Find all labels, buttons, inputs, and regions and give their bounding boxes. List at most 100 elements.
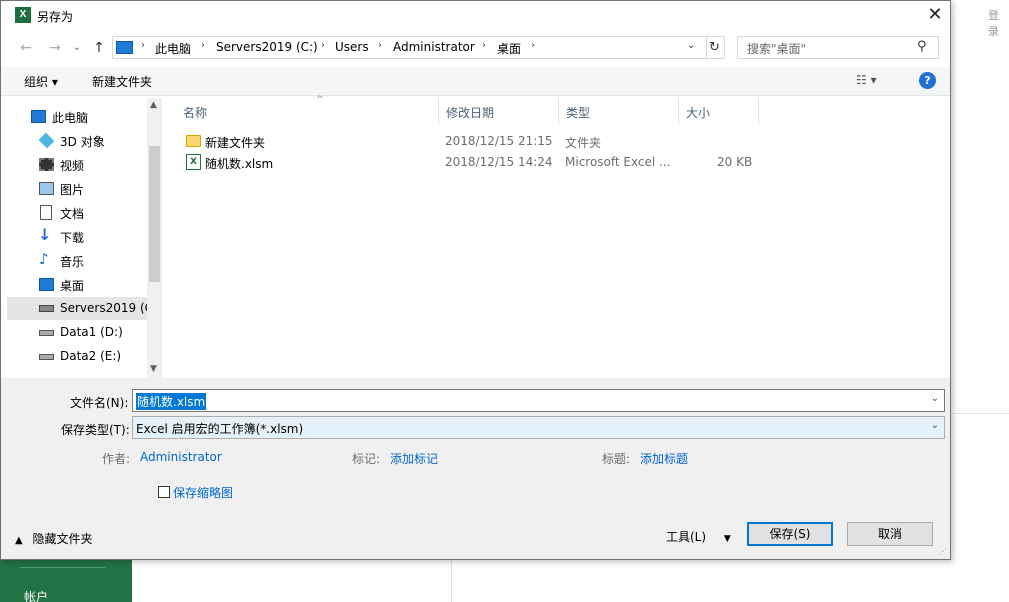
- chevron-right-icon[interactable]: ›: [378, 40, 382, 51]
- chevron-down-icon[interactable]: ⌄: [931, 420, 939, 431]
- dropdown-arrow-icon: ▼: [723, 534, 731, 544]
- excel-app-icon: X: [15, 7, 31, 23]
- column-header-date[interactable]: 修改日期: [439, 98, 559, 124]
- view-options-icon[interactable]: ☷ ▾: [856, 73, 877, 87]
- sidebar-item-label: 下载: [60, 231, 85, 245]
- address-bar[interactable]: › 此电脑 › Servers2019 (C:) › Users › Admin…: [112, 36, 707, 59]
- background-divider: [451, 560, 452, 602]
- chevron-down-icon[interactable]: ⌄: [931, 393, 939, 404]
- refresh-button[interactable]: ↻: [705, 36, 725, 59]
- sidebar-item-this-pc[interactable]: 此电脑: [7, 105, 147, 128]
- breadcrumb-administrator[interactable]: Administrator: [393, 40, 475, 54]
- sidebar-item-label: Data1 (D:): [60, 325, 123, 339]
- sidebar-item-d-drive[interactable]: Data1 (D:): [7, 321, 147, 344]
- file-type: 文件夹: [565, 136, 602, 150]
- chevron-right-icon[interactable]: ›: [201, 40, 205, 51]
- sidebar-item-label: Data2 (E:): [60, 349, 122, 363]
- filetype-select[interactable]: Excel 启用宏的工作簿(*.xlsm) ⌄: [132, 416, 945, 439]
- sidebar-item-videos[interactable]: 视频: [7, 153, 147, 176]
- navigation-pane: 此电脑 3D 对象 视频 图片 文档 ↓ 下载 ♪ 音乐 桌面 Servers2…: [7, 98, 162, 378]
- chevron-right-icon[interactable]: ›: [321, 40, 325, 51]
- column-header-name[interactable]: 名称 ^: [176, 95, 439, 124]
- save-thumbnail-label[interactable]: 保存缩略图: [173, 484, 233, 501]
- command-bar: 组织 ▾ 新建文件夹 ☷ ▾ ?: [1, 67, 950, 96]
- chevron-down-icon[interactable]: ⌄: [687, 40, 695, 51]
- sidebar-item-documents[interactable]: 文档: [7, 201, 147, 224]
- computer-icon: [116, 41, 133, 54]
- save-thumbnail-checkbox[interactable]: [158, 486, 170, 498]
- scroll-down-icon[interactable]: ▼: [150, 364, 157, 374]
- documents-icon: [40, 205, 52, 220]
- file-list: 名称 ^ 修改日期 类型 大小 新建文件夹 2018/12/15 21:15 文…: [163, 95, 950, 378]
- sidebar-item-desktop[interactable]: 桌面: [7, 273, 147, 296]
- sidebar-item-e-drive[interactable]: Data2 (E:): [7, 345, 147, 368]
- organize-menu[interactable]: 组织 ▾: [24, 73, 58, 90]
- login-link[interactable]: 登录: [988, 7, 1009, 39]
- cancel-button[interactable]: 取消: [847, 522, 933, 546]
- chevron-up-icon: ▲: [15, 535, 23, 546]
- chevron-right-icon[interactable]: ›: [482, 40, 486, 51]
- file-row[interactable]: 新建文件夹 2018/12/15 21:15 文件夹: [163, 131, 950, 152]
- breadcrumb-desktop[interactable]: 桌面: [497, 40, 521, 57]
- tools-label: 工具(L): [666, 530, 707, 544]
- chevron-right-icon[interactable]: ›: [141, 40, 145, 51]
- dialog-title: 另存为: [37, 10, 74, 24]
- hide-folders-label: 隐藏文件夹: [32, 532, 93, 546]
- save-as-dialog: X 另存为 ✕ ← → ⌄ ↑ › 此电脑 › Servers2019 (C:)…: [0, 0, 951, 560]
- background-divider: [952, 413, 1009, 414]
- sidebar-item-label: 视频: [60, 159, 85, 173]
- column-header-type[interactable]: 类型: [559, 98, 679, 124]
- forward-button[interactable]: →: [45, 39, 65, 57]
- drive-icon: [39, 305, 54, 312]
- navigation-scrollbar[interactable]: ▲ ▼: [147, 98, 162, 378]
- breadcrumb-this-pc[interactable]: 此电脑: [155, 40, 191, 57]
- sidebar-item-music[interactable]: ♪ 音乐: [7, 249, 147, 272]
- breadcrumb-c-drive[interactable]: Servers2019 (C:): [216, 40, 318, 54]
- breadcrumb-users[interactable]: Users: [335, 40, 369, 54]
- title-value[interactable]: 添加标题: [640, 450, 688, 467]
- up-button[interactable]: ↑: [89, 39, 109, 57]
- new-folder-button[interactable]: 新建文件夹: [92, 73, 152, 90]
- hide-folders-toggle[interactable]: ▲ 隐藏文件夹: [15, 530, 93, 547]
- sidebar-item-3d-objects[interactable]: 3D 对象: [7, 129, 147, 152]
- resize-grip-icon[interactable]: ⋰: [939, 547, 947, 556]
- save-button[interactable]: 保存(S): [747, 522, 833, 546]
- author-value[interactable]: Administrator: [140, 450, 222, 464]
- file-date: 2018/12/15 21:15: [445, 134, 553, 148]
- pictures-icon: [39, 182, 54, 195]
- music-icon: ♪: [39, 250, 49, 268]
- file-type: Microsoft Excel ...: [565, 155, 671, 169]
- recent-locations-chevron-icon[interactable]: ⌄: [67, 39, 87, 57]
- file-name: 随机数.xlsm: [205, 157, 274, 171]
- file-row[interactable]: X 随机数.xlsm 2018/12/15 14:24 Microsoft Ex…: [163, 152, 950, 173]
- search-icon[interactable]: ⚲: [917, 39, 927, 54]
- sidebar-item-c-drive[interactable]: Servers2019 (C: [7, 297, 153, 320]
- close-button[interactable]: ✕: [921, 3, 949, 27]
- filename-input[interactable]: 随机数.xlsm ⌄: [132, 389, 945, 412]
- account-link[interactable]: 帐户: [24, 588, 48, 602]
- tools-menu[interactable]: 工具(L) ▼: [666, 528, 731, 545]
- search-input[interactable]: 搜索"桌面" ⚲: [737, 36, 939, 59]
- excel-file-icon: X: [186, 154, 201, 170]
- chevron-right-icon[interactable]: ›: [531, 40, 535, 51]
- filename-label: 文件名(N):: [70, 396, 129, 410]
- tags-value[interactable]: 添加标记: [390, 450, 438, 467]
- drive-icon: [39, 354, 54, 360]
- file-name: 新建文件夹: [205, 136, 266, 150]
- filetype-value: Excel 启用宏的工作簿(*.xlsm): [136, 422, 304, 436]
- search-placeholder: 搜索"桌面": [747, 42, 807, 56]
- drive-icon: [39, 330, 54, 336]
- sidebar-item-label: 桌面: [60, 279, 85, 293]
- filename-value: 随机数.xlsm: [136, 393, 207, 410]
- back-button[interactable]: ←: [16, 39, 36, 57]
- file-date: 2018/12/15 14:24: [445, 155, 553, 169]
- help-icon[interactable]: ?: [919, 72, 936, 89]
- sidebar-item-label: 文档: [60, 207, 85, 221]
- scrollbar-thumb[interactable]: [149, 146, 160, 282]
- computer-icon: [31, 110, 46, 123]
- scroll-up-icon[interactable]: ▲: [150, 100, 157, 110]
- sidebar-item-pictures[interactable]: 图片: [7, 177, 147, 200]
- column-header-size[interactable]: 大小: [679, 98, 759, 124]
- sidebar-item-downloads[interactable]: ↓ 下载: [7, 225, 147, 248]
- file-size: 20 KB: [717, 155, 753, 169]
